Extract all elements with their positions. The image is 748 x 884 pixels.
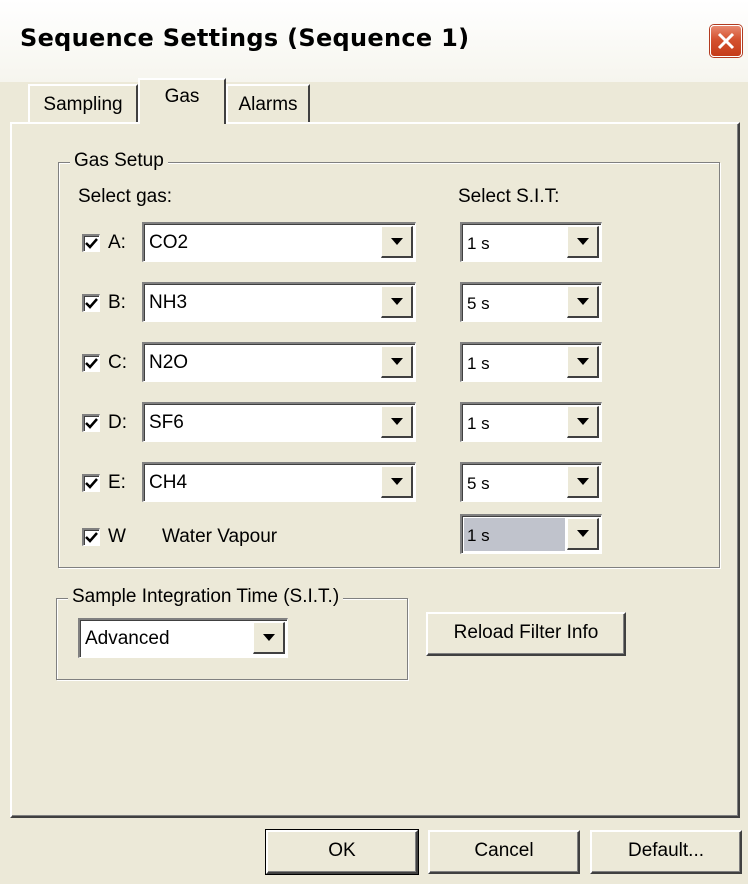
gas-a-checkbox[interactable] [82, 234, 100, 252]
water-vapour-letter: W [108, 526, 126, 547]
gas-e-checkbox[interactable] [82, 474, 100, 492]
gas-d-select[interactable]: SF6 [142, 402, 416, 442]
sit-a-select[interactable]: 1 s [460, 222, 602, 262]
gas-c-value: N2O [149, 352, 189, 373]
title-bar[interactable]: Sequence Settings (Sequence 1) [0, 0, 748, 82]
sit-mode-title: Sample Integration Time (S.I.T.) [68, 586, 344, 608]
tab-label: Gas [164, 86, 200, 107]
sit-c-select[interactable]: 1 s [460, 342, 602, 382]
gas-e-select[interactable]: CH4 [142, 462, 416, 502]
chevron-down-icon [391, 238, 403, 245]
tab-alarms[interactable]: Alarms [226, 84, 310, 124]
dropdown-button[interactable] [567, 518, 599, 550]
gas-b-value: NH3 [149, 292, 188, 313]
window-title: Sequence Settings (Sequence 1) [20, 24, 470, 52]
tab-panel-gas: Gas Setup Select gas: Select S.I.T: A: C… [10, 122, 740, 818]
ok-button[interactable]: OK [265, 829, 419, 875]
dropdown-button[interactable] [567, 346, 599, 378]
default-button[interactable]: Default... [590, 830, 742, 874]
chevron-down-icon [577, 238, 589, 245]
close-button[interactable] [710, 25, 742, 57]
chevron-down-icon [391, 358, 403, 365]
sit-water-select[interactable]: 1 s [460, 514, 602, 554]
gas-b-checkbox[interactable] [82, 294, 100, 312]
tab-label: Sampling [43, 94, 123, 115]
gas-b-letter: B: [108, 292, 126, 313]
check-icon [85, 532, 98, 543]
chevron-down-icon [391, 418, 403, 425]
gas-d-letter: D: [108, 412, 127, 433]
sit-c-value: 1 s [467, 354, 490, 373]
chevron-down-icon [263, 634, 275, 641]
tab-label: Alarms [238, 94, 298, 115]
chevron-down-icon [577, 478, 589, 485]
dropdown-button[interactable] [381, 286, 413, 318]
dropdown-button[interactable] [567, 286, 599, 318]
cancel-button[interactable]: Cancel [428, 830, 580, 874]
check-icon [85, 298, 98, 309]
gas-c-checkbox[interactable] [82, 354, 100, 372]
chevron-down-icon [577, 358, 589, 365]
chevron-down-icon [391, 478, 403, 485]
sit-d-select[interactable]: 1 s [460, 402, 602, 442]
dropdown-button[interactable] [381, 466, 413, 498]
check-icon [85, 358, 98, 369]
sit-d-value: 1 s [467, 414, 490, 433]
sit-water-value: 1 s [467, 526, 490, 545]
gas-e-value: CH4 [149, 472, 188, 493]
gas-setup-title: Gas Setup [70, 150, 168, 172]
check-icon [85, 238, 98, 249]
water-vapour-label: Water Vapour [162, 526, 278, 547]
chevron-down-icon [577, 298, 589, 305]
tab-sampling[interactable]: Sampling [28, 84, 138, 124]
sit-b-value: 5 s [467, 294, 490, 313]
tab-gas[interactable]: Gas [138, 78, 226, 124]
select-gas-label: Select gas: [78, 186, 172, 207]
dropdown-button[interactable] [567, 226, 599, 258]
gas-a-select[interactable]: CO2 [142, 222, 416, 262]
sit-mode-value: Advanced [85, 628, 170, 649]
check-icon [85, 478, 98, 489]
sit-e-select[interactable]: 5 s [460, 462, 602, 502]
dropdown-button[interactable] [381, 406, 413, 438]
sit-e-value: 5 s [467, 474, 490, 493]
dropdown-button[interactable] [381, 346, 413, 378]
gas-b-select[interactable]: NH3 [142, 282, 416, 322]
water-vapour-checkbox[interactable] [82, 528, 100, 546]
gas-c-letter: C: [108, 352, 127, 373]
sit-b-select[interactable]: 5 s [460, 282, 602, 322]
dropdown-button[interactable] [253, 622, 285, 654]
gas-d-value: SF6 [149, 412, 184, 433]
gas-a-letter: A: [108, 232, 126, 253]
gas-a-value: CO2 [149, 232, 189, 253]
chevron-down-icon [577, 530, 589, 537]
dropdown-button[interactable] [381, 226, 413, 258]
sit-mode-select[interactable]: Advanced [78, 618, 288, 658]
gas-c-select[interactable]: N2O [142, 342, 416, 382]
select-sit-label: Select S.I.T: [458, 186, 560, 207]
chevron-down-icon [577, 418, 589, 425]
dropdown-button[interactable] [567, 406, 599, 438]
dropdown-button[interactable] [567, 466, 599, 498]
check-icon [85, 418, 98, 429]
gas-d-checkbox[interactable] [82, 414, 100, 432]
chevron-down-icon [391, 298, 403, 305]
close-x-icon [717, 32, 735, 50]
sit-a-value: 1 s [467, 234, 490, 253]
gas-e-letter: E: [108, 472, 126, 493]
reload-filter-info-button[interactable]: Reload Filter Info [426, 612, 626, 656]
